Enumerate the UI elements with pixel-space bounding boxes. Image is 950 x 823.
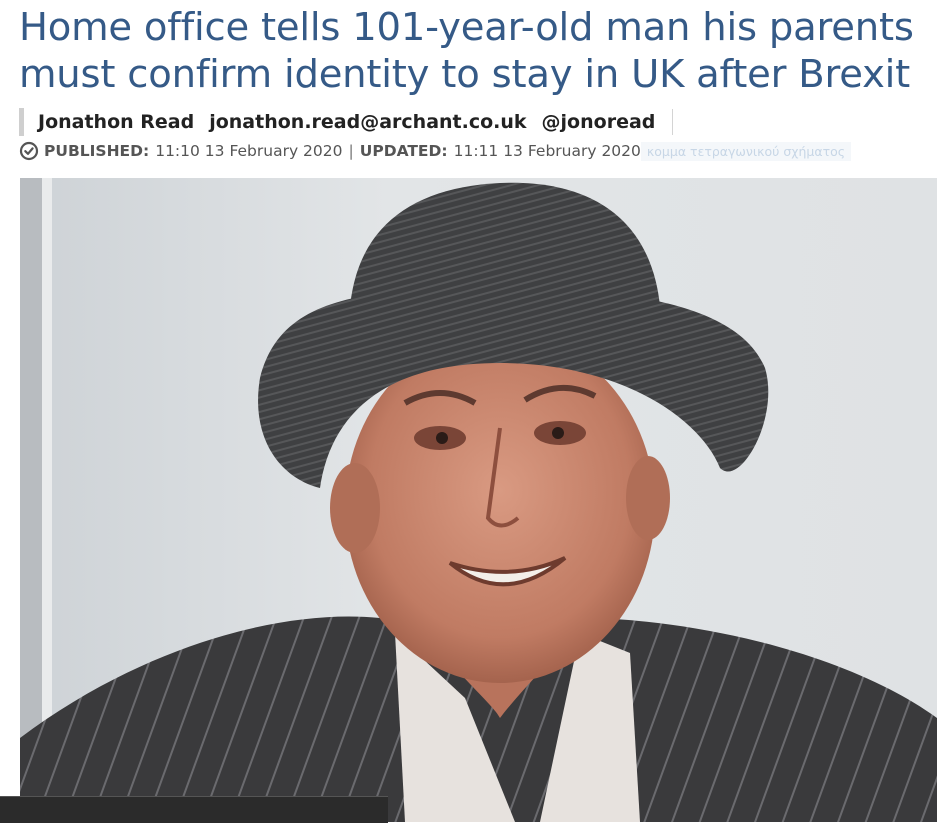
article-headline: Home office tells 101-year-old man his p…	[19, 5, 914, 97]
published-label: PUBLISHED:	[44, 142, 150, 160]
byline-divider	[672, 109, 674, 135]
translation-overlay-text: κομμα τετραγωνικού σχήματος	[640, 141, 852, 161]
clock-icon	[19, 141, 39, 161]
author-email-link[interactable]: jonathon.read@archant.co.uk	[209, 111, 526, 133]
updated-label: UPDATED:	[359, 142, 448, 160]
updated-time: 11:11 13 February 2020	[453, 142, 641, 160]
publish-meta: PUBLISHED: 11:10 13 February 2020 | UPDA…	[19, 139, 852, 163]
published-time: 11:10 13 February 2020	[155, 142, 343, 160]
byline: Jonathon Read jonathon.read@archant.co.u…	[19, 108, 674, 136]
article-hero-image	[20, 178, 937, 822]
author-name-link[interactable]: Jonathon Read	[38, 111, 194, 133]
author-twitter-link[interactable]: @jonoread	[542, 111, 656, 133]
bottom-overlay-bar	[0, 796, 388, 823]
meta-separator: |	[348, 142, 354, 160]
